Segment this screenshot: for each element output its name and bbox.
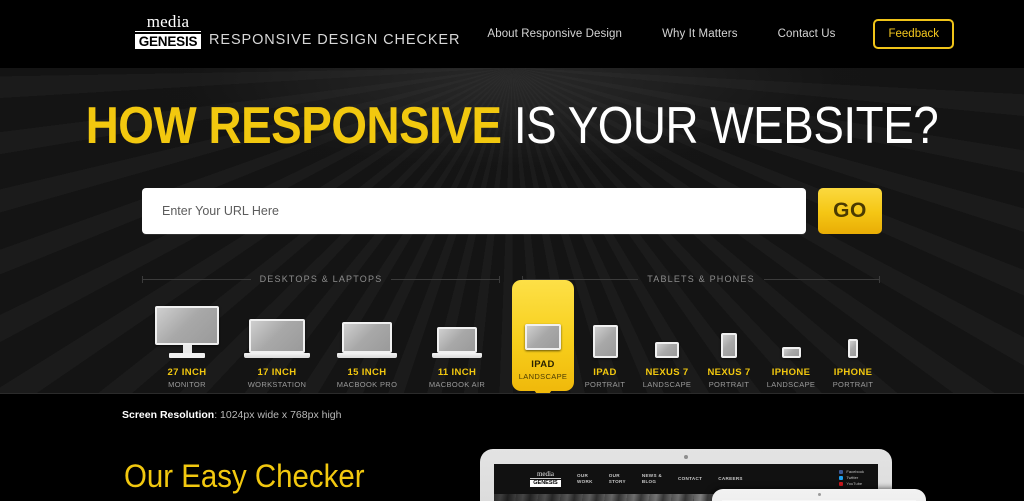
device-sub: LANDSCAPE bbox=[766, 380, 816, 389]
device-name: IPAD bbox=[593, 367, 617, 378]
group-divider-right bbox=[763, 275, 881, 283]
preview-social-label: YouTube bbox=[846, 481, 863, 486]
laptop-icon bbox=[244, 296, 310, 358]
phone-portrait-icon bbox=[848, 296, 858, 358]
device-option-ipad-landscape[interactable]: IPAD LANDSCAPE bbox=[512, 280, 574, 393]
device-option-27-inch-monitor[interactable]: 27 INCH MONITOR bbox=[142, 288, 232, 389]
group-label-tablets: TABLETS & PHONES bbox=[647, 274, 755, 284]
preview-logo: media GENESIS bbox=[530, 471, 561, 487]
feedback-button[interactable]: Feedback bbox=[873, 19, 954, 49]
device-option-iphone-landscape[interactable]: IPHONE LANDSCAPE bbox=[760, 288, 822, 389]
device-option-15-inch-macbook-pro[interactable]: 15 INCH MACBOOK PRO bbox=[322, 288, 412, 389]
preview-nav-our-story[interactable]: OUR STORY bbox=[609, 473, 626, 485]
preview-social-youtube[interactable]: YouTube bbox=[839, 481, 864, 486]
preview-social-label: Twitter bbox=[846, 475, 859, 480]
device-sub: LANDSCAPE bbox=[642, 380, 692, 389]
site-header: media GENESIS RESPONSIVE DESIGN CHECKER … bbox=[0, 0, 1024, 68]
preview-social-facebook[interactable]: Facebook bbox=[839, 469, 864, 474]
section-title-easy-checker: Our Easy Checker bbox=[124, 458, 365, 494]
tablet-camera-icon bbox=[684, 455, 688, 459]
preview-secondary-device bbox=[712, 489, 926, 501]
nav-link-contact-us[interactable]: Contact Us bbox=[758, 28, 856, 40]
device-name: IPAD bbox=[531, 359, 555, 370]
device-name: IPHONE bbox=[771, 367, 811, 378]
group-divider-left bbox=[142, 275, 251, 283]
device-camera-icon bbox=[817, 493, 821, 496]
page-title: HOW RESPONSIVE IS YOUR WEBSITE? bbox=[61, 99, 962, 153]
preview-nav-our-work[interactable]: OUR WORK bbox=[577, 473, 593, 485]
lower-section: Our Easy Checker media GENESIS OUR WORK … bbox=[0, 441, 1024, 501]
headline-plain-text: IS YOUR WEBSITE? bbox=[501, 97, 939, 155]
device-option-11-inch-macbook-air[interactable]: 11 INCH MACBOOK AIR bbox=[412, 288, 502, 389]
tablet-small-landscape-icon bbox=[655, 296, 679, 358]
tablet-small-portrait-icon bbox=[721, 296, 737, 358]
device-sub: WORKSTATION bbox=[247, 380, 307, 389]
device-option-iphone-portrait[interactable]: IPHONE PORTRAIT bbox=[822, 288, 884, 389]
preview-nav-contact[interactable]: CONTACT bbox=[678, 476, 702, 482]
laptop-icon bbox=[337, 296, 397, 358]
youtube-icon bbox=[839, 481, 844, 486]
url-input[interactable] bbox=[142, 188, 806, 234]
device-option-nexus7-landscape[interactable]: NEXUS 7 LANDSCAPE bbox=[636, 288, 698, 389]
preview-nav-careers[interactable]: CAREERS bbox=[718, 476, 743, 482]
laptop-icon bbox=[432, 296, 482, 358]
device-name: 15 INCH bbox=[347, 367, 387, 378]
group-header-desktops: DESKTOPS & LAPTOPS bbox=[142, 271, 500, 287]
preview-social-twitter[interactable]: Twitter bbox=[839, 475, 864, 480]
go-button[interactable]: GO bbox=[818, 188, 882, 234]
headline-accent-text: HOW RESPONSIVE bbox=[85, 97, 502, 155]
page-root: media GENESIS RESPONSIVE DESIGN CHECKER … bbox=[0, 0, 1024, 501]
facebook-icon bbox=[839, 469, 844, 474]
device-sub: PORTRAIT bbox=[832, 380, 874, 389]
logo-media-text: media bbox=[135, 13, 201, 32]
preview-social-label: Facebook bbox=[846, 469, 864, 474]
device-sub: MACBOOK AIR bbox=[428, 380, 486, 389]
resolution-bar: Screen Resolution: 1024px wide x 768px h… bbox=[0, 393, 1024, 441]
preview-social-links: Facebook Twitter YouTube bbox=[839, 469, 864, 486]
phone-landscape-icon bbox=[781, 296, 801, 358]
device-sub: PORTRAIT bbox=[708, 380, 750, 389]
site-tagline: RESPONSIVE DESIGN CHECKER bbox=[209, 31, 461, 48]
nav-link-why-it-matters[interactable]: Why It Matters bbox=[642, 28, 758, 40]
brand-logo[interactable]: media GENESIS RESPONSIVE DESIGN CHECKER bbox=[135, 13, 461, 49]
device-option-nexus7-portrait[interactable]: NEXUS 7 PORTRAIT bbox=[698, 288, 760, 389]
device-name: NEXUS 7 bbox=[645, 367, 689, 378]
device-name: 27 INCH bbox=[167, 367, 207, 378]
device-list-desktops: 27 INCH MONITOR 17 INCH WORKSTATION 15 I… bbox=[142, 288, 502, 389]
device-name: IPHONE bbox=[833, 367, 873, 378]
monitor-icon bbox=[155, 296, 219, 358]
hero-section: HOW RESPONSIVE IS YOUR WEBSITE? GO DESKT… bbox=[0, 68, 1024, 393]
device-sub: PORTRAIT bbox=[584, 380, 626, 389]
screen-resolution-label: Screen Resolution bbox=[122, 409, 215, 421]
screen-resolution-text: Screen Resolution: 1024px wide x 768px h… bbox=[122, 409, 341, 421]
preview-logo-media: media bbox=[530, 471, 561, 479]
group-divider-right bbox=[391, 275, 500, 283]
group-label-desktops: DESKTOPS & LAPTOPS bbox=[259, 274, 383, 284]
device-name: NEXUS 7 bbox=[707, 367, 751, 378]
device-option-17-inch-workstation[interactable]: 17 INCH WORKSTATION bbox=[232, 288, 322, 389]
main-navigation: About Responsive Design Why It Matters C… bbox=[467, 0, 954, 68]
device-list-tablets: IPAD LANDSCAPE IPAD PORTRAIT NEXUS 7 LAN… bbox=[512, 280, 892, 393]
tablet-landscape-icon bbox=[525, 288, 561, 350]
nav-link-about-responsive-design[interactable]: About Responsive Design bbox=[467, 28, 642, 40]
device-sub: MONITOR bbox=[168, 380, 206, 389]
device-sub: LANDSCAPE bbox=[518, 372, 568, 381]
device-sub: MACBOOK PRO bbox=[336, 380, 398, 389]
media-genesis-logo: media GENESIS bbox=[135, 13, 201, 49]
twitter-icon bbox=[839, 475, 844, 480]
url-checker-form: GO bbox=[142, 188, 882, 234]
logo-genesis-text: GENESIS bbox=[135, 33, 201, 49]
preview-nav-news-blog[interactable]: NEWS & BLOG bbox=[642, 473, 662, 485]
device-name: 11 INCH bbox=[437, 367, 477, 378]
screen-resolution-value: : 1024px wide x 768px high bbox=[214, 409, 342, 421]
device-option-ipad-portrait[interactable]: IPAD PORTRAIT bbox=[574, 288, 636, 389]
tablet-portrait-icon bbox=[592, 296, 618, 358]
preview-logo-genesis: GENESIS bbox=[530, 480, 561, 487]
device-name: 17 INCH bbox=[257, 367, 297, 378]
group-header-tablets: TABLETS & PHONES bbox=[522, 271, 881, 287]
